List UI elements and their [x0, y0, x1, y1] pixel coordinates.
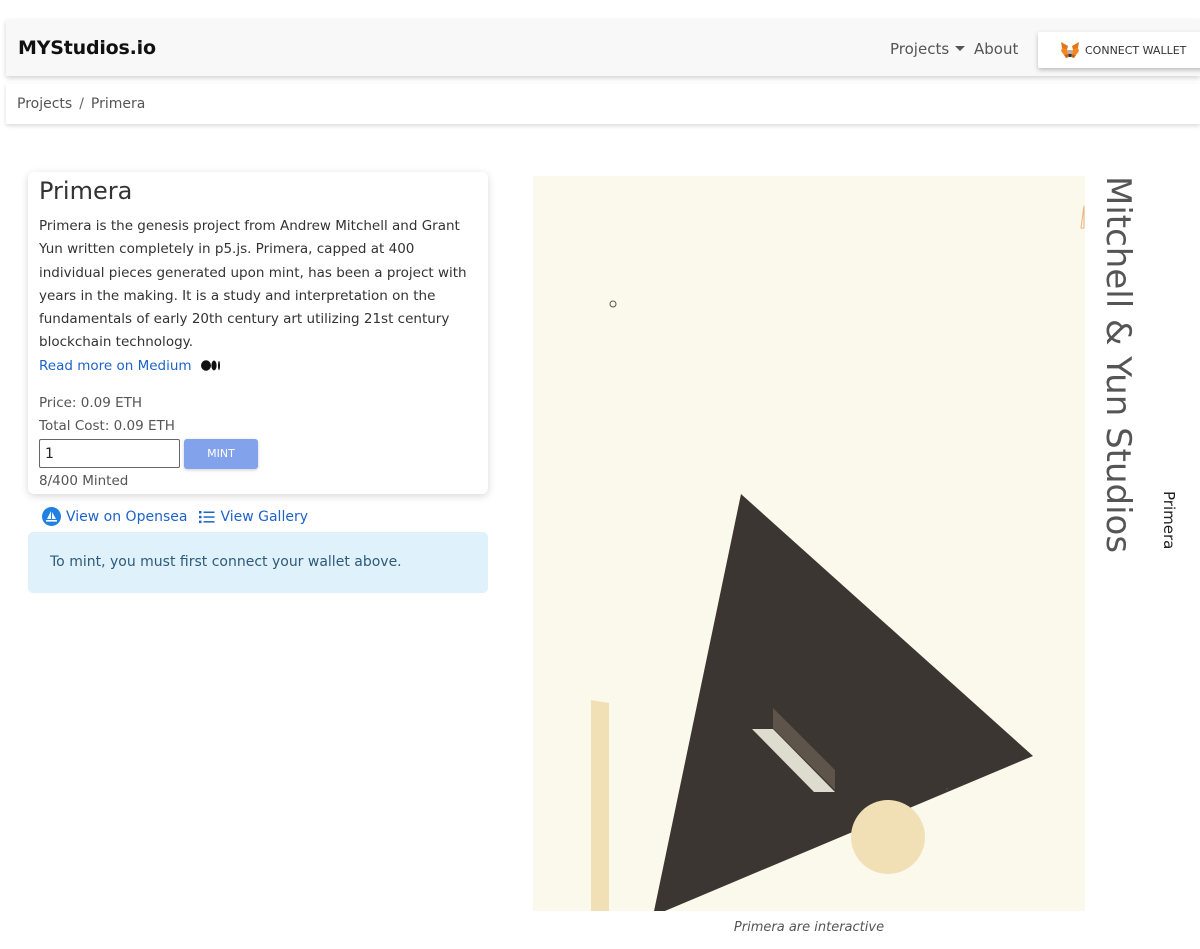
navbar: MYStudios.io Projects About CONNECT WALL… [6, 20, 1200, 76]
artwork-large-triangle [654, 494, 1033, 911]
project-name-vertical: Primera [1160, 491, 1178, 550]
connect-wallet-alert: To mint, you must first connect your wal… [28, 532, 488, 593]
gallery-link-label: View Gallery [220, 508, 308, 525]
brand-logo-link[interactable]: MYStudios.io [18, 37, 156, 59]
quantity-input[interactable] [39, 439, 180, 469]
mint-row: MINT [39, 438, 477, 470]
nav-projects-dropdown[interactable]: Projects [890, 40, 966, 58]
metamask-fox-icon [1061, 42, 1079, 58]
caret-down-icon [955, 46, 966, 51]
artwork-svg [591, 205, 1085, 911]
breadcrumb-projects-link[interactable]: Projects [17, 96, 72, 112]
artwork-orange-line [1080, 205, 1085, 229]
artwork-caption: Primera are interactive [733, 920, 885, 935]
artwork-cream-circle [851, 800, 925, 874]
artwork-cream-bar [591, 700, 609, 911]
project-title: Primera [39, 177, 133, 205]
artwork-dot [946, 788, 948, 790]
breadcrumb-current: Primera [90, 96, 146, 112]
connect-wallet-button[interactable]: CONNECT WALLET [1038, 32, 1200, 68]
nav-projects-label: Projects [890, 40, 950, 58]
nav-about-link[interactable]: About [974, 40, 1018, 58]
view-on-opensea-link[interactable]: View on Opensea [42, 507, 187, 526]
artwork-canvas[interactable] [533, 176, 1085, 911]
opensea-icon [42, 507, 61, 526]
total-cost-text: Total Cost: 0.09 ETH [39, 417, 175, 434]
breadcrumb: Projects / Primera [6, 84, 1200, 124]
artwork-small-circle [609, 300, 617, 308]
price-text: Price: 0.09 ETH [39, 394, 143, 411]
medium-link[interactable]: Read more on Medium [39, 355, 221, 378]
project-card: Primera Primera is the genesis project f… [28, 172, 488, 494]
list-icon [199, 510, 215, 523]
opensea-link-label: View on Opensea [66, 508, 188, 525]
breadcrumb-separator: / [79, 96, 84, 112]
mint-button[interactable]: MINT [184, 438, 258, 469]
medium-icon [200, 360, 220, 371]
studio-name-vertical: Mitchell & Yun Studios [1098, 176, 1138, 554]
project-description: Primera is the genesis project from Andr… [39, 218, 467, 351]
view-gallery-link[interactable]: View Gallery [199, 509, 308, 525]
medium-link-label: Read more on Medium [39, 357, 192, 374]
minted-count: 8/400 Minted [39, 472, 129, 489]
external-links: View on Opensea View Gallery [42, 507, 308, 526]
connect-wallet-label: CONNECT WALLET [1085, 43, 1187, 57]
